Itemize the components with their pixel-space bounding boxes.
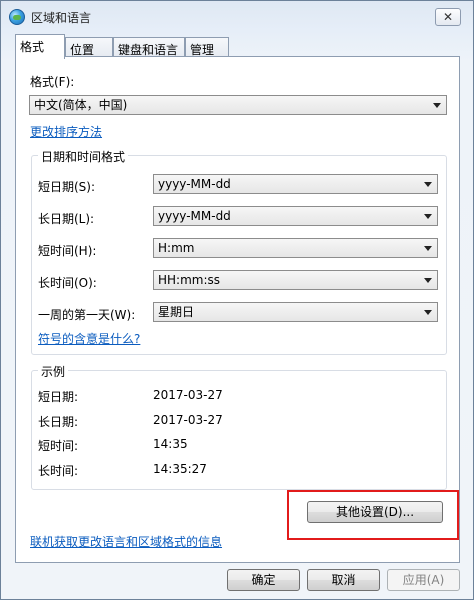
example-short-time-label: 短时间: [38,439,79,453]
example-group: 示例 [31,363,447,490]
short-date-value: yyyy-MM-dd [158,177,231,191]
example-long-date-label: 长日期: [38,415,79,429]
long-date-label: 长日期(L): [38,212,95,226]
short-time-value: H:mm [158,241,195,255]
symbols-meaning-link[interactable]: 符号的含意是什么? [38,330,140,347]
short-time-select[interactable]: H:mm [153,238,438,258]
dropdown-arrow-icon [424,246,432,251]
first-day-value: 星期日 [158,305,195,319]
first-day-label: 一周的第一天(W): [38,308,136,322]
change-sort-link[interactable]: 更改排序方法 [30,123,102,140]
short-date-select[interactable]: yyyy-MM-dd [153,174,438,194]
online-info-link[interactable]: 联机获取更改语言和区域格式的信息 [30,533,222,550]
long-time-label: 长时间(O): [38,276,97,290]
example-long-time-value: 14:35:27 [153,462,207,476]
ok-button[interactable]: 确定 [227,569,300,591]
long-time-value: HH:mm:ss [158,273,221,287]
long-time-select[interactable]: HH:mm:ss [153,270,438,290]
format-tab-panel: 格式(F): 中文(简体，中国) 更改排序方法 日期和时间格式 短日期(S): … [15,56,460,563]
close-button[interactable]: ✕ [435,8,461,26]
cancel-button[interactable]: 取消 [307,569,380,591]
example-short-time-value: 14:35 [153,437,188,451]
example-short-date-value: 2017-03-27 [153,388,223,402]
title-bar: 区域和语言 ✕ [1,1,473,33]
first-day-select[interactable]: 星期日 [153,302,438,322]
example-long-date-value: 2017-03-27 [153,413,223,427]
format-select[interactable]: 中文(简体，中国) [29,95,447,115]
long-date-value: yyyy-MM-dd [158,209,231,223]
datetime-group-title: 日期和时间格式 [38,148,129,165]
apply-button[interactable]: 应用(A) [387,569,460,591]
dropdown-arrow-icon [424,182,432,187]
example-group-title: 示例 [38,363,69,380]
format-label: 格式(F): [30,75,75,89]
region-language-dialog: 区域和语言 ✕ 格式 位置 键盘和语言 管理 格式(F): 中文(简体，中国) … [0,0,474,600]
highlight-box [287,490,459,540]
dropdown-arrow-icon [424,278,432,283]
tab-format[interactable]: 格式 [15,34,65,59]
dropdown-arrow-icon [424,310,432,315]
long-date-select[interactable]: yyyy-MM-dd [153,206,438,226]
globe-icon [9,9,25,25]
dropdown-arrow-icon [433,103,441,108]
example-long-time-label: 长时间: [38,464,79,478]
dropdown-arrow-icon [424,214,432,219]
example-short-date-label: 短日期: [38,390,79,404]
window-title: 区域和语言 [31,11,92,25]
short-date-label: 短日期(S): [38,180,96,194]
short-time-label: 短时间(H): [38,244,97,258]
format-select-value: 中文(简体，中国) [34,98,128,112]
